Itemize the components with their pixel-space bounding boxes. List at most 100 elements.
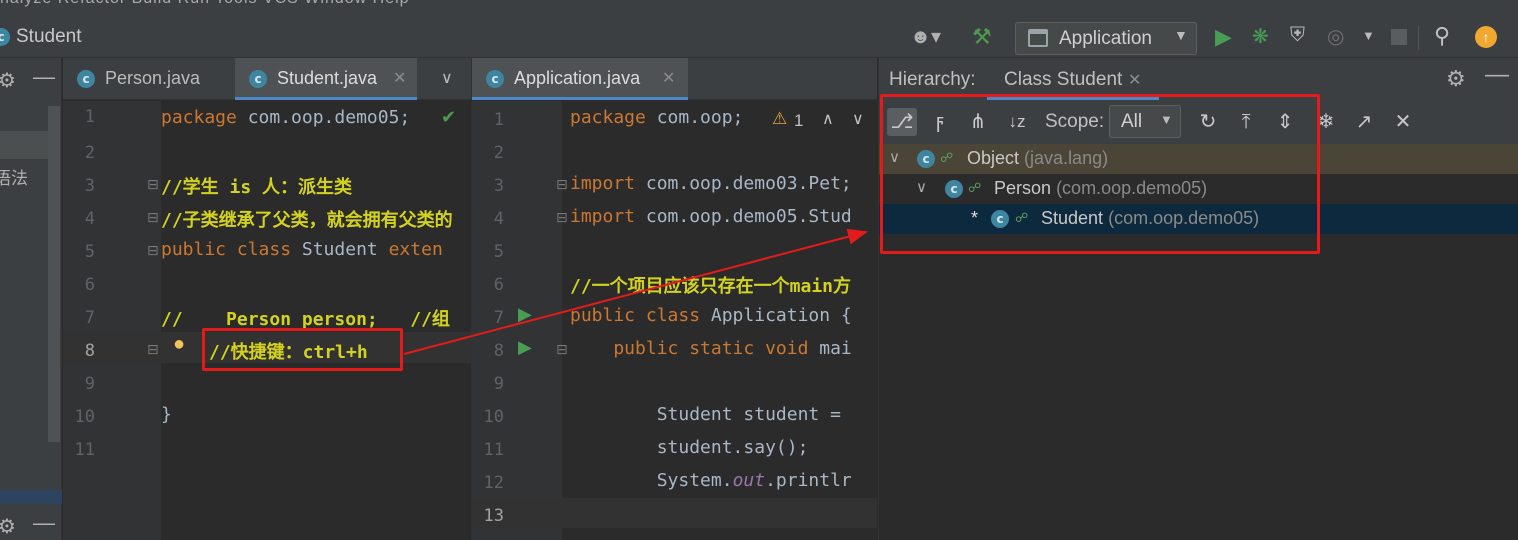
toolbar-divider (1418, 26, 1419, 50)
navigation-bar: c Student ☻▾ ⚒ Application ▼ ▶ ❋ ⛨ ◎ ▼ ⚲… (0, 18, 1518, 58)
line-number: 7 (493, 308, 504, 328)
tab-person-java[interactable]: c Person.java (63, 58, 235, 100)
line-number: 9 (493, 374, 504, 394)
code-text: package com.oop; (570, 107, 744, 128)
fold-icon[interactable]: ⊟ (147, 209, 159, 226)
line-number: 4 (84, 209, 95, 229)
close-icon[interactable]: ✕ (1388, 108, 1418, 136)
previous-highlight-icon[interactable]: ∧ (822, 109, 834, 129)
line-number: 6 (84, 275, 95, 295)
class-icon: c (249, 70, 267, 88)
line-number: 1 (493, 110, 504, 130)
warning-icon[interactable]: ⚠ (772, 109, 787, 129)
more-run-options-icon[interactable]: ▼ (1362, 28, 1375, 43)
line-number: 4 (493, 209, 504, 229)
chevron-down-icon[interactable]: ∨ (441, 68, 453, 88)
menu-bar: nalyze Refactor Build Run Tools VCS Wind… (0, 0, 1518, 18)
code-text: public class Application { (570, 305, 852, 326)
class-icon: c (486, 70, 504, 88)
editor-tab-bar: c Person.java c Student.java ✕ ∨ (63, 58, 471, 100)
hierarchy-title: Hierarchy: (889, 69, 976, 90)
fold-icon[interactable]: ⊟ (556, 176, 568, 193)
line-number: 3 (493, 176, 504, 196)
breadcrumb-student[interactable]: Student (16, 26, 82, 48)
line-number: 2 (493, 143, 504, 163)
fold-icon[interactable]: ⊟ (556, 209, 568, 226)
line-number: 9 (84, 374, 95, 394)
line-number: 13 (483, 506, 504, 526)
line-number: 10 (483, 407, 504, 427)
menu-items[interactable]: nalyze Refactor Build Run Tools VCS Wind… (0, 0, 410, 8)
close-icon[interactable]: ✕ (393, 68, 406, 88)
open-in-window-icon[interactable]: ↗ (1349, 108, 1379, 136)
code-text: public static void mai (570, 338, 852, 359)
minimize-icon[interactable]: — (33, 64, 55, 90)
tab-student-java[interactable]: c Student.java ✕ (235, 58, 417, 100)
fold-icon[interactable]: ⊟ (147, 341, 159, 358)
code-text: public class Student exten (161, 239, 443, 260)
dropdown-arrow-icon: ▼ (1174, 27, 1188, 43)
class-icon: c (0, 28, 10, 46)
class-icon: c (77, 70, 95, 88)
run-configuration-select[interactable]: Application ▼ (1015, 22, 1197, 55)
code-text: Student student = (570, 404, 841, 425)
debug-bug-icon[interactable]: ❋ (1252, 24, 1269, 49)
fold-icon[interactable]: ⊟ (556, 341, 568, 358)
project-tree-selected-row[interactable] (0, 131, 48, 159)
application-window-icon (1028, 29, 1048, 47)
run-gutter-icon[interactable]: ▶ (518, 337, 532, 358)
line-number: 10 (74, 407, 95, 427)
tab-label: Application.java (514, 68, 641, 88)
search-icon[interactable]: ⚲ (1434, 23, 1450, 49)
code-text: System.out.printlr (570, 470, 852, 491)
code-text: import com.oop.demo05.Stud (570, 206, 852, 227)
tab-label: Person.java (105, 68, 201, 88)
code-text: } (161, 404, 172, 425)
tab-application-java[interactable]: c Application.java ✕ (472, 58, 688, 100)
line-number: 2 (84, 143, 95, 163)
code-text: import com.oop.demo03.Pet; (570, 173, 852, 194)
gear-icon[interactable]: ⚙ (0, 514, 16, 539)
gear-icon[interactable]: ⚙ (1446, 66, 1466, 92)
gear-icon[interactable]: ⚙ (0, 68, 16, 93)
line-number: 8 (493, 341, 504, 361)
current-line-highlight (472, 498, 877, 528)
line-number: 3 (84, 176, 95, 196)
minimize-icon[interactable]: — (33, 510, 55, 536)
project-panel: ⚙ — 语法 ⚙ — (0, 58, 62, 540)
code-line: 1 package com.oop.demo05; ✔ (63, 101, 471, 134)
run-gutter-icon[interactable]: ▶ (518, 304, 532, 325)
scrollbar[interactable] (48, 106, 60, 442)
code-comment: //一个项目应该只存在一个main方 (570, 276, 852, 297)
line-number: 11 (483, 440, 504, 460)
code-comment: //子类继承了父类，就会拥有父类的 (161, 210, 453, 231)
line-number: 7 (84, 308, 95, 328)
minimize-icon[interactable]: — (1485, 61, 1509, 89)
warning-count: 1 (794, 111, 804, 130)
project-tree-item[interactable]: 语法 (0, 164, 28, 189)
stop-icon[interactable] (1391, 29, 1407, 45)
close-icon[interactable]: ✕ (662, 68, 675, 88)
code-comment: //学生 is 人：派生类 (161, 177, 353, 198)
line-number: 12 (483, 473, 504, 493)
fold-icon[interactable]: ⊟ (147, 242, 159, 259)
code-text: package com.oop.demo05; (161, 107, 411, 128)
close-icon[interactable]: ✕ (1128, 70, 1141, 90)
lightbulb-icon[interactable]: ● (173, 333, 185, 356)
code-editor-student[interactable]: 1 package com.oop.demo05; ✔ 2 3 ⊟ //学生 i… (63, 101, 471, 540)
annotation-highlight-box (202, 328, 403, 371)
tab-label: Student.java (277, 68, 378, 88)
line-number: 1 (84, 107, 95, 127)
profile-icon[interactable]: ◎ (1327, 24, 1344, 49)
fold-icon[interactable]: ⊟ (147, 176, 159, 193)
next-highlight-icon[interactable]: ∨ (852, 109, 864, 129)
user-icon[interactable]: ☻▾ (910, 24, 950, 52)
update-icon[interactable]: ↑ (1475, 26, 1497, 48)
build-hammer-icon[interactable]: ⚒ (972, 24, 1002, 52)
coverage-shield-icon[interactable]: ⛨ (1290, 24, 1305, 47)
line-number: 5 (84, 242, 95, 262)
run-icon[interactable]: ▶ (1215, 24, 1232, 50)
status-bar-highlight (0, 490, 62, 504)
code-text: student.say(); (570, 437, 809, 458)
code-editor-application[interactable]: 1 package com.oop; ⚠ 1 ∧ ∨ 2 3 ⊟ import … (471, 101, 877, 540)
